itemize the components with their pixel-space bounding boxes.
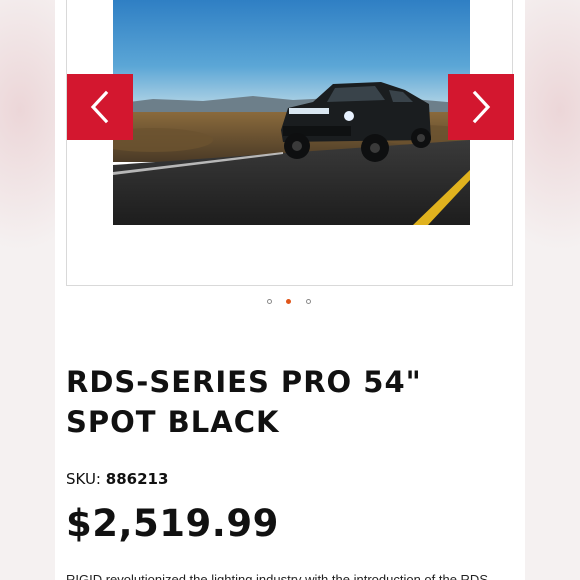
- next-image-button[interactable]: [448, 74, 514, 140]
- chevron-left-icon: [90, 90, 109, 124]
- sku: SKU: 886213: [66, 470, 168, 488]
- product-image[interactable]: [113, 0, 470, 225]
- pagination-dot-2-active[interactable]: [286, 299, 291, 304]
- gallery-pagination: [0, 297, 580, 307]
- product-price: $2,519.99: [66, 502, 279, 545]
- sku-label: SKU:: [66, 470, 101, 488]
- product-title: RDS-SERIES PRO 54" SPOT BLACK: [66, 365, 422, 439]
- product-description: RIGID revolutionized the lighting indust…: [66, 572, 488, 580]
- pagination-dot-1[interactable]: [267, 299, 272, 304]
- chevron-right-icon: [472, 90, 491, 124]
- pagination-dot-3[interactable]: [306, 299, 311, 304]
- previous-image-button[interactable]: [67, 74, 133, 140]
- sku-value: 886213: [105, 470, 169, 488]
